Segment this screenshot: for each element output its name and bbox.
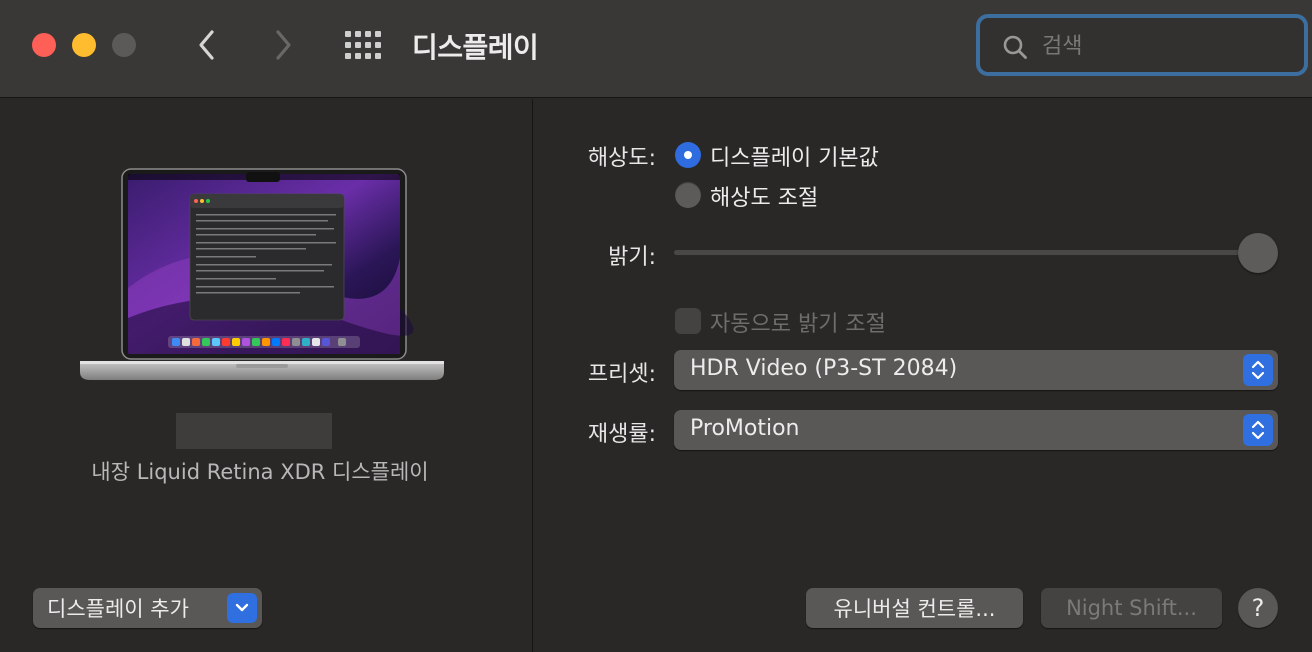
universal-control-button[interactable]: 유니버설 컨트롤... (806, 588, 1023, 628)
night-shift-button[interactable]: Night Shift... (1041, 588, 1222, 628)
pane-divider (532, 99, 533, 652)
updown-chevron-icon (1243, 354, 1273, 386)
option-scaled-resolution[interactable]: 해상도 조절 (710, 180, 818, 212)
help-button[interactable]: ? (1238, 588, 1278, 628)
radio-default-resolution[interactable] (675, 142, 701, 168)
auto-brightness-label: 자동으로 밝기 조절 (710, 312, 886, 337)
refresh-rate-label: 재생률: (587, 422, 656, 447)
close-window-button[interactable] (32, 33, 56, 57)
resolution-label: 해상도: (587, 146, 656, 171)
preset-select[interactable]: HDR Video (P3-ST 2084) (674, 350, 1278, 390)
minimize-window-button[interactable] (72, 33, 96, 57)
chevron-down-icon (227, 593, 257, 623)
preset-value: HDR Video (P3-ST 2084) (690, 356, 958, 381)
chevron-left-icon (199, 30, 214, 60)
updown-chevron-icon (1243, 414, 1273, 446)
radio-scaled-resolution[interactable] (675, 182, 701, 208)
preset-label: 프리셋: (587, 362, 656, 387)
macbook-display-image (80, 168, 444, 380)
zoom-window-button[interactable] (112, 33, 136, 57)
search-icon (1003, 35, 1027, 59)
brightness-label: 밝기: (608, 245, 656, 270)
forward-button[interactable] (268, 26, 298, 64)
add-display-label: 디스플레이 추가 (47, 597, 189, 621)
brightness-slider-knob[interactable] (1238, 233, 1278, 273)
refresh-rate-select[interactable]: ProMotion (674, 410, 1278, 450)
window-title: 디스플레이 (412, 31, 539, 64)
brightness-slider[interactable] (674, 250, 1274, 255)
option-default-resolution[interactable]: 디스플레이 기본값 (710, 140, 879, 172)
auto-brightness-checkbox[interactable] (675, 308, 701, 334)
back-button[interactable] (192, 26, 222, 64)
redacted-label (176, 413, 332, 449)
chevron-right-icon (276, 30, 291, 60)
refresh-rate-value: ProMotion (690, 416, 800, 441)
add-display-button[interactable]: 디스플레이 추가 (33, 588, 262, 628)
show-all-grid-icon[interactable] (344, 30, 382, 60)
search-field[interactable] (976, 14, 1308, 76)
title-bar: 디스플레이 (0, 0, 1312, 98)
display-name-label: 내장 Liquid Retina XDR 디스플레이 (91, 460, 429, 484)
search-input[interactable] (1042, 30, 1292, 62)
